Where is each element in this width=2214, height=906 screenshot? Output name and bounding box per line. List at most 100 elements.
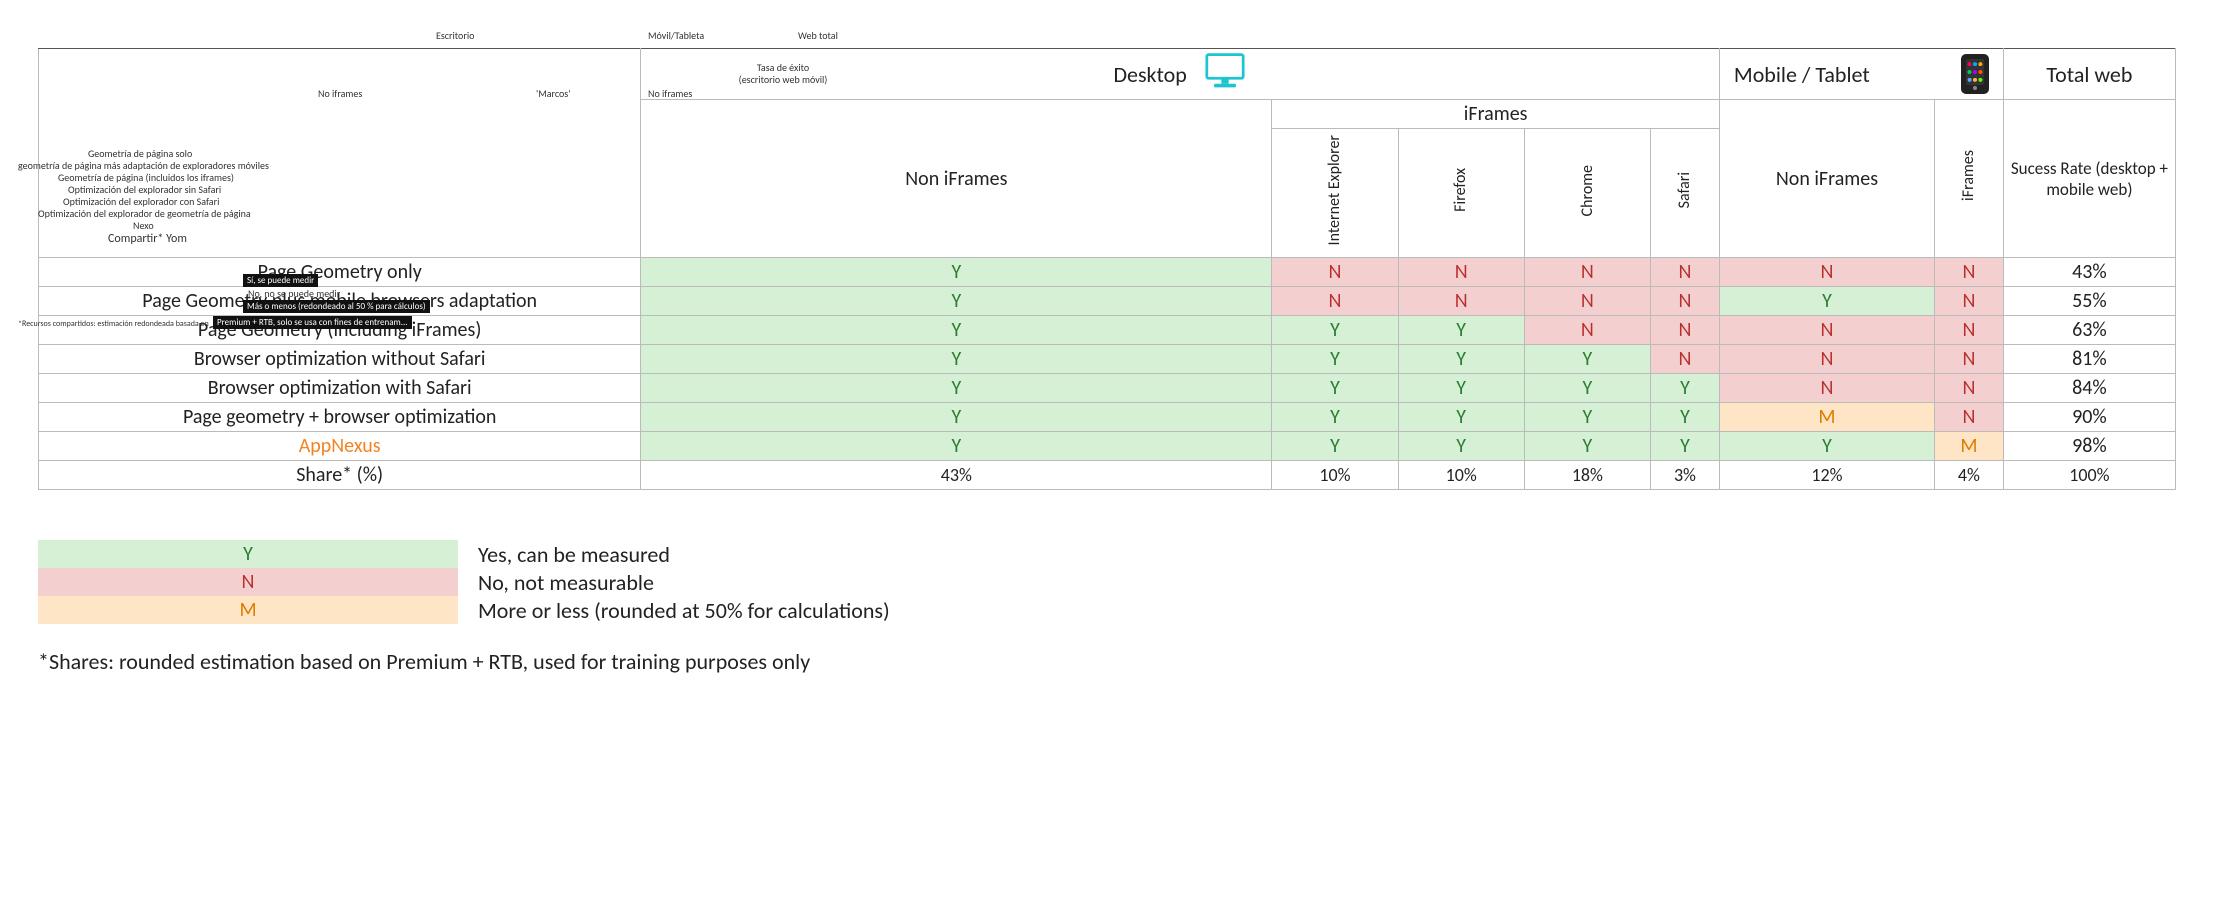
legend-swatch-m: M [38, 596, 458, 624]
cell: N [1650, 287, 1719, 316]
row-label: Browser optimization with Safari [39, 374, 641, 403]
ghost-row-8: Compartir* Yom [108, 232, 187, 246]
cell: N [1524, 258, 1650, 287]
cell: N [1272, 287, 1398, 316]
cell: Y [641, 345, 1272, 374]
cell: M [1719, 403, 1934, 432]
legend-row-y: Y Yes, can be measured [38, 540, 2176, 568]
table-row: Browser optimization without SafariYYYYN… [39, 345, 2176, 374]
row-label: Browser optimization without Safari [39, 345, 641, 374]
header-chrome: Chrome [1524, 129, 1650, 258]
cell: N [1719, 316, 1934, 345]
cell: N [1935, 287, 2004, 316]
ghost-marcos: 'Marcos' [536, 88, 570, 100]
success-rate-cell: 81% [2003, 345, 2175, 374]
cell: Y [641, 403, 1272, 432]
ghost-noframes-l: No iframes [318, 88, 362, 100]
legend-row-n: N No, not measurable [38, 568, 2176, 596]
cell: M [1935, 432, 2004, 461]
cell: N [1935, 316, 2004, 345]
ghost-movil: Móvil/Tableta [648, 30, 704, 42]
cell: N [1524, 316, 1650, 345]
row-label: Page geometry + browser optimization [39, 403, 641, 432]
ghost-bar-3: Más o menos (redondeado al 50 % para cál… [243, 300, 430, 313]
cell: Y [641, 316, 1272, 345]
desktop-icon [1203, 51, 1247, 97]
table-row: Browser optimization with SafariYYYYYNN8… [39, 374, 2176, 403]
share-safari: 3% [1650, 461, 1719, 490]
cell: N [1398, 287, 1524, 316]
cell: Y [1398, 403, 1524, 432]
success-rate-cell: 63% [2003, 316, 2175, 345]
share-label: Share* (%) [39, 461, 641, 490]
cell: N [1398, 258, 1524, 287]
cell: Y [1272, 374, 1398, 403]
success-rate-cell: 55% [2003, 287, 2175, 316]
share-row: Share* (%) 43% 10% 10% 18% 3% 12% 4% 100… [39, 461, 2176, 490]
share-chrome: 18% [1524, 461, 1650, 490]
cell: N [1650, 345, 1719, 374]
table-row: Page geometry + browser optimizationYYYY… [39, 403, 2176, 432]
share-ie: 10% [1272, 461, 1398, 490]
cell: Y [1272, 432, 1398, 461]
legend-text-m: More or less (rounded at 50% for calcula… [458, 597, 890, 624]
header-desktop-label: Desktop [1113, 61, 1186, 88]
legend-swatch-n: N [38, 568, 458, 596]
ghost-bar-1: Sí, se puede medir [243, 274, 318, 287]
cell: Y [641, 432, 1272, 461]
header-ff: Firefox [1398, 129, 1524, 258]
success-rate-cell: 98% [2003, 432, 2175, 461]
cell: N [1935, 403, 2004, 432]
cell: Y [1272, 316, 1398, 345]
legend-text-n: No, not measurable [458, 569, 654, 596]
cell: Y [1524, 345, 1650, 374]
cell: Y [1398, 345, 1524, 374]
cell: N [1719, 374, 1934, 403]
cell: N [1719, 345, 1934, 374]
table-container: Escritorio Móvil/Tableta Web total Tasa … [38, 48, 2176, 490]
cell: Y [1524, 374, 1650, 403]
cell: N [1650, 258, 1719, 287]
cell: N [1935, 258, 2004, 287]
row-label: AppNexus [39, 432, 641, 461]
cell: Y [1650, 432, 1719, 461]
success-rate-cell: 84% [2003, 374, 2175, 403]
header-desktop-iframes: iFrames [1272, 100, 1720, 129]
cell: Y [1650, 403, 1719, 432]
header-total-web: Total web [2003, 49, 2175, 100]
cell: Y [1719, 287, 1934, 316]
ghost-bar-4: Premium + RTB, solo se usa con fines de … [213, 316, 412, 329]
share-ff: 10% [1398, 461, 1524, 490]
cell: Y [1398, 374, 1524, 403]
cell: N [1935, 345, 2004, 374]
ghost-row-7: Nexo [133, 220, 154, 232]
cell: N [1524, 287, 1650, 316]
cell: Y [1524, 403, 1650, 432]
cell: Y [641, 374, 1272, 403]
mobile-icon [1961, 54, 1989, 94]
header-mobile-iframes: iFrames [1935, 100, 2004, 258]
cell: Y [641, 287, 1272, 316]
header-success-rate: Sucess Rate (desktop + mobile web) [2003, 100, 2175, 258]
header-ie: Internet Explorer [1272, 129, 1398, 258]
cell: N [1935, 374, 2004, 403]
cell: Y [641, 258, 1272, 287]
header-desktop-noniframes: Non iFrames [641, 100, 1272, 258]
header-mobile-noniframes: Non iFrames [1719, 100, 1934, 258]
cell: Y [1398, 432, 1524, 461]
cell: N [1719, 258, 1934, 287]
cell: Y [1272, 345, 1398, 374]
table-row: Page Geometry onlyYNNNNNN43% [39, 258, 2176, 287]
footnote: *Shares: rounded estimation based on Pre… [38, 648, 2176, 675]
legend-swatch-y: Y [38, 540, 458, 568]
ghost-shares-prefix: *Recursos compartidos: estimación redond… [18, 320, 209, 330]
cell: Y [1650, 374, 1719, 403]
row-label: Page Geometry only [39, 258, 641, 287]
cell: N [1650, 316, 1719, 345]
ghost-bar-2: No, no se puede medir [248, 288, 340, 300]
share-mobile-nonif: 12% [1719, 461, 1934, 490]
legend: Y Yes, can be measured N No, not measura… [38, 540, 2176, 624]
cell: Y [1719, 432, 1934, 461]
success-rate-cell: 43% [2003, 258, 2175, 287]
cell: Y [1272, 403, 1398, 432]
